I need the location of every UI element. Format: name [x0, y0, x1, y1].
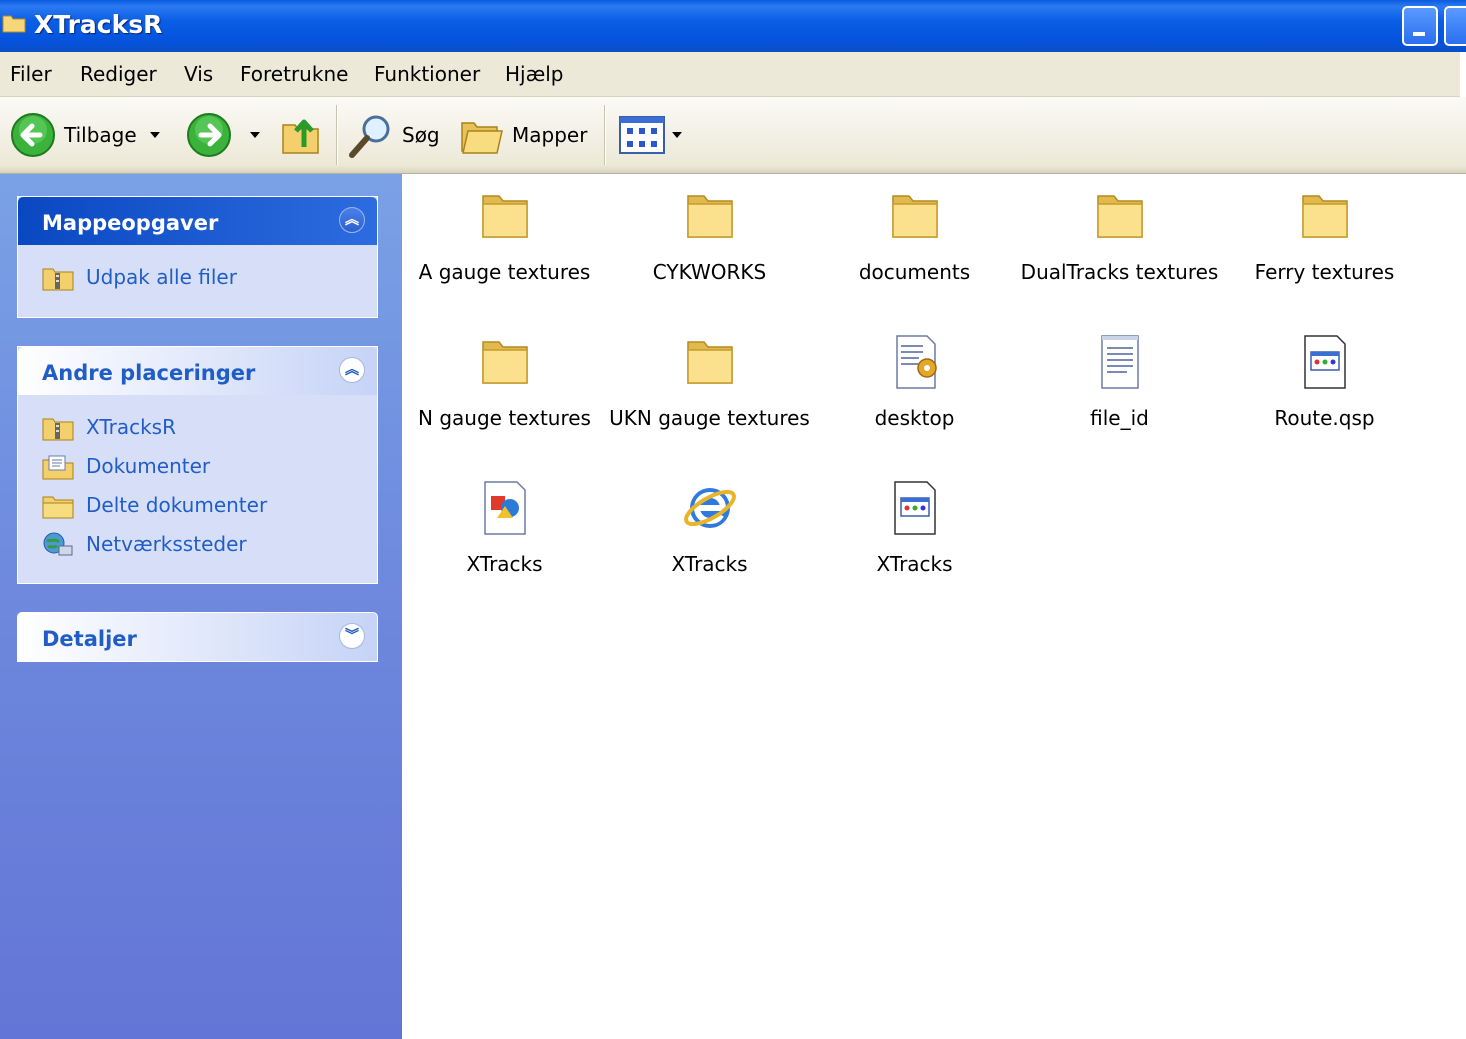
network-icon [43, 532, 73, 556]
folders-button[interactable]: Mapper [460, 111, 590, 159]
collapse-chevron-icon[interactable]: ︽ [339, 357, 365, 383]
task-pane: Mappeopgaver ︽ Udpak alle filer Andre pl… [0, 174, 402, 1039]
file-name: CYKWORKS [652, 260, 767, 284]
folder-tasks-title: Mappeopgaver [42, 211, 219, 235]
file-item[interactable]: N gauge textures [402, 332, 607, 430]
forward-arrow-icon [187, 113, 231, 157]
menu-vis[interactable]: Vis [184, 62, 213, 86]
shared-folder-icon [42, 496, 74, 519]
folder-icon [686, 195, 733, 238]
text-file-icon [1100, 335, 1139, 389]
toolbar: Tilbage Søg Mapper [0, 97, 1466, 174]
views-button[interactable] [616, 115, 686, 157]
place-xtracksr-label: XTracksR [86, 415, 176, 439]
other-places-panel: Andre placeringer ︽ XTracksR Dokumenter … [17, 346, 378, 584]
folder-icon [1301, 195, 1348, 238]
window-title: XTracksR [34, 10, 163, 39]
back-button[interactable]: Tilbage [8, 111, 168, 159]
folder-icon [481, 195, 528, 238]
app-icon [483, 481, 526, 535]
back-dropdown[interactable] [150, 132, 160, 138]
menu-funktioner[interactable]: Funktioner [374, 62, 480, 86]
file-name: XTracks [466, 552, 543, 576]
details-header[interactable]: Detaljer ︾ [17, 612, 378, 662]
place-network-label: Netværkssteder [86, 532, 247, 556]
folder-icon [891, 195, 938, 238]
file-name: A gauge textures [418, 260, 591, 284]
views-dropdown[interactable] [672, 132, 682, 138]
zip-folder-icon [42, 268, 74, 291]
place-shared-documents-label: Delte dokumenter [86, 493, 268, 517]
menu-bar: Filer Rediger Vis Foretrukne Funktioner … [0, 52, 1460, 97]
folders-icon [461, 122, 503, 154]
file-item[interactable]: CYKWORKS [607, 186, 812, 284]
generic-file-icon [1303, 335, 1346, 389]
folder-icon [2, 15, 26, 33]
file-name: DualTracks textures [1020, 260, 1219, 284]
search-button[interactable]: Søg [344, 111, 444, 159]
file-item[interactable]: file_id [1017, 332, 1222, 430]
file-name: XTracks [671, 552, 748, 576]
other-places-header[interactable]: Andre placeringer ︽ [18, 347, 377, 395]
title-bar: XTracksR [0, 0, 1466, 52]
generic-file-icon [893, 481, 936, 535]
file-item[interactable]: XTracks [402, 478, 607, 576]
file-item[interactable]: documents [812, 186, 1017, 284]
minimize-button[interactable] [1402, 6, 1438, 46]
forward-dropdown[interactable] [250, 132, 260, 138]
file-name: file_id [1090, 406, 1149, 430]
file-name: Ferry textures [1254, 260, 1395, 284]
file-item[interactable]: DualTracks textures [1017, 186, 1222, 284]
file-item[interactable]: A gauge textures [402, 186, 607, 284]
search-label: Søg [402, 123, 440, 147]
folder-icon [1096, 195, 1143, 238]
place-documents-label: Dokumenter [86, 454, 211, 478]
file-name: UKN gauge textures [609, 406, 810, 430]
details-panel: Detaljer ︾ [17, 612, 378, 662]
maximize-button[interactable] [1444, 6, 1466, 46]
menu-filer[interactable]: Filer [10, 62, 52, 86]
details-title: Detaljer [42, 627, 137, 651]
file-name: XTracks [876, 552, 953, 576]
file-item[interactable]: desktop [812, 332, 1017, 430]
back-label: Tilbage [64, 123, 137, 147]
menu-foretrukne[interactable]: Foretrukne [240, 62, 348, 86]
up-folder-icon[interactable] [280, 111, 324, 157]
back-arrow-icon [11, 113, 55, 157]
file-item[interactable]: XTracks [607, 478, 812, 576]
file-name: documents [858, 260, 971, 284]
file-item[interactable]: UKN gauge textures [607, 332, 812, 430]
config-file-icon [895, 335, 937, 389]
views-icon [619, 116, 665, 154]
search-icon [349, 115, 390, 158]
folder-icon [481, 341, 528, 384]
folder-tasks-header[interactable]: Mappeopgaver ︽ [18, 197, 377, 245]
file-name: N gauge textures [418, 406, 591, 430]
folder-icon [686, 341, 733, 384]
documents-icon [42, 455, 74, 480]
file-name: Route.qsp [1274, 406, 1375, 430]
zip-folder-icon [42, 418, 74, 441]
file-item[interactable]: XTracks [812, 478, 1017, 576]
file-item[interactable]: Ferry textures [1222, 186, 1427, 284]
menu-rediger[interactable]: Rediger [80, 62, 157, 86]
folders-label: Mapper [512, 123, 588, 147]
internet-explorer-icon [683, 488, 736, 528]
menu-hjaelp[interactable]: Hjælp [505, 62, 564, 86]
folder-tasks-panel: Mappeopgaver ︽ Udpak alle filer [17, 196, 378, 318]
expand-chevron-icon[interactable]: ︾ [339, 623, 365, 649]
other-places-title: Andre placeringer [42, 361, 256, 385]
file-name: desktop [874, 406, 955, 430]
forward-button[interactable] [184, 111, 234, 159]
file-item[interactable]: Route.qsp [1222, 332, 1427, 430]
collapse-chevron-icon[interactable]: ︽ [339, 207, 365, 233]
file-list: A gauge textures CYKWORKS documents Dual… [402, 174, 1466, 1039]
task-extract-all-label: Udpak alle filer [86, 265, 237, 289]
